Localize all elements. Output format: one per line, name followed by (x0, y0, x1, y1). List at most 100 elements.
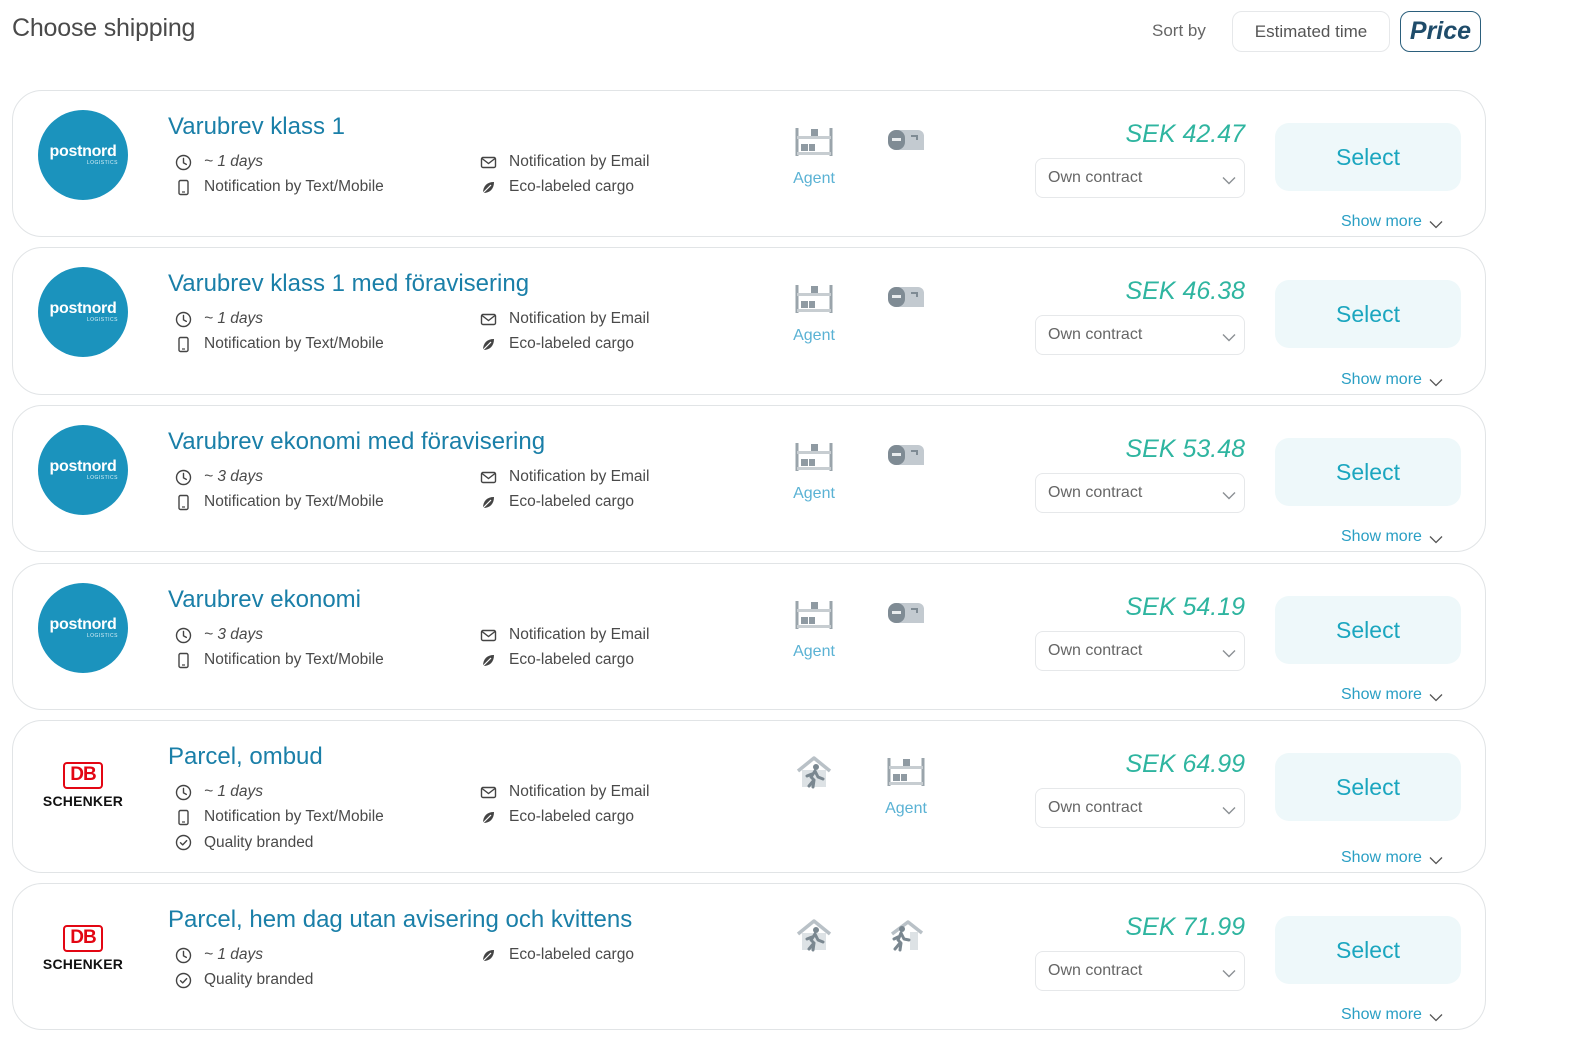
agent-label: Agent (793, 327, 835, 344)
chevron-down-icon (1222, 487, 1236, 505)
contract-select[interactable]: Own contract (1035, 315, 1245, 355)
email-icon (479, 783, 497, 801)
contract-select[interactable]: Own contract (1035, 473, 1245, 513)
select-button[interactable]: Select (1275, 753, 1461, 821)
agent-label: Agent (885, 800, 927, 817)
contract-select-value: Own contract (1048, 962, 1143, 979)
clock-icon (174, 310, 192, 328)
delivery-time-label: ~ 1 days (204, 310, 264, 327)
page-title: Choose shipping (12, 14, 196, 42)
clock-icon (174, 946, 192, 964)
service-name: Varubrev klass 1 (168, 113, 345, 140)
home-delivery-delivery-option (784, 918, 844, 988)
agent-delivery-option: Agent (784, 282, 844, 352)
select-button[interactable]: Select (1275, 123, 1461, 191)
mailbox-icon (886, 440, 926, 475)
sort-estimated-time-button[interactable]: Estimated time (1232, 11, 1390, 52)
postnord-logo: postnord LOGISTICS (38, 583, 128, 673)
show-more-link[interactable]: Show more (1341, 683, 1443, 707)
agent-icon (886, 755, 926, 794)
chevron-down-icon (1429, 852, 1443, 870)
carrier-logo-subtext: SCHENKER (42, 792, 124, 809)
feature-label: Notification by Text/Mobile (204, 493, 384, 510)
contract-select-value: Own contract (1048, 326, 1143, 343)
feature-item: Notification by Email (479, 783, 649, 801)
select-button[interactable]: Select (1275, 596, 1461, 664)
clock-icon (174, 468, 192, 486)
delivery-time-label: ~ 3 days (204, 468, 264, 485)
show-more-link[interactable]: Show more (1341, 210, 1443, 234)
feature-label: Notification by Email (509, 153, 650, 170)
show-more-label: Show more (1341, 686, 1422, 703)
agent-icon (794, 125, 834, 164)
price: SEK 46.38 (1125, 277, 1245, 305)
shipping-option-card: postnord LOGISTICS Varubrev ekonomi ~ 3 day… (12, 563, 1486, 710)
agent-delivery-option: Agent (784, 598, 844, 668)
agent-delivery-option: Agent (784, 125, 844, 195)
leaf-icon (479, 335, 497, 353)
phone-icon (174, 493, 192, 511)
feature-label: Notification by Text/Mobile (204, 651, 384, 668)
chevron-down-icon (1222, 965, 1236, 983)
delivery-time: ~ 1 days (174, 946, 263, 964)
delivery-time: ~ 1 days (174, 310, 263, 328)
show-more-link[interactable]: Show more (1341, 1003, 1443, 1027)
shipping-option-card: postnord LOGISTICS Varubrev ekonomi med fö… (12, 405, 1486, 552)
carrier-logo-text: postnord (49, 300, 117, 317)
carrier-logo-text: postnord (49, 616, 117, 633)
delivery-time-label: ~ 1 days (204, 946, 264, 963)
service-name: Parcel, hem dag utan avisering och kvitt… (168, 906, 633, 933)
feature-item: Notification by Text/Mobile (174, 335, 384, 353)
select-button[interactable]: Select (1275, 438, 1461, 506)
feature-label: Notification by Email (509, 626, 650, 643)
feature-label: Eco-labeled cargo (509, 178, 634, 195)
feature-item: Quality branded (174, 834, 313, 852)
feature-label: Notification by Email (509, 783, 650, 800)
price: SEK 42.47 (1125, 120, 1245, 148)
leaf-icon (479, 946, 497, 964)
contract-select[interactable]: Own contract (1035, 951, 1245, 991)
show-more-link[interactable]: Show more (1341, 368, 1443, 392)
contract-select[interactable]: Own contract (1035, 158, 1245, 198)
contract-select[interactable]: Own contract (1035, 631, 1245, 671)
select-button[interactable]: Select (1275, 916, 1461, 984)
carrier-logo-subtext: SCHENKER (42, 955, 124, 972)
agent-label: Agent (793, 170, 835, 187)
door-delivery-icon (886, 918, 926, 959)
delivery-time-label: ~ 1 days (204, 783, 264, 800)
show-more-link[interactable]: Show more (1341, 525, 1443, 549)
email-icon (479, 153, 497, 171)
select-button[interactable]: Select (1275, 280, 1461, 348)
feature-label: Eco-labeled cargo (509, 335, 634, 352)
feature-label: Notification by Text/Mobile (204, 335, 384, 352)
service-name: Varubrev ekonomi med föravisering (168, 428, 546, 455)
feature-item: Eco-labeled cargo (479, 808, 634, 826)
phone-icon (174, 178, 192, 196)
show-more-link[interactable]: Show more (1341, 846, 1443, 870)
contract-select[interactable]: Own contract (1035, 788, 1245, 828)
feature-label: Notification by Text/Mobile (204, 808, 384, 825)
feature-item: Eco-labeled cargo (479, 493, 634, 511)
postnord-logo: postnord LOGISTICS (38, 425, 128, 515)
carrier-logo-text: postnord (49, 458, 117, 475)
sort-price-button[interactable]: Price (1400, 11, 1481, 52)
price: SEK 71.99 (1125, 913, 1245, 941)
feature-item: Eco-labeled cargo (479, 335, 634, 353)
leaf-icon (479, 808, 497, 826)
feature-label: Quality branded (204, 971, 314, 988)
mailbox-delivery-option (876, 598, 936, 668)
carrier-logo-subtext: LOGISTICS (86, 160, 118, 166)
agent-label: Agent (793, 485, 835, 502)
feature-label: Notification by Text/Mobile (204, 178, 384, 195)
agent-label: Agent (793, 643, 835, 660)
agent-icon (794, 598, 834, 637)
home-delivery-delivery-option (784, 755, 844, 825)
carrier-logo-subtext: LOGISTICS (86, 633, 118, 639)
chevron-down-icon (1222, 329, 1236, 347)
phone-icon (174, 651, 192, 669)
postnord-logo: postnord LOGISTICS (38, 267, 128, 357)
clock-icon (174, 626, 192, 644)
feature-label: Eco-labeled cargo (509, 651, 634, 668)
feature-label: Eco-labeled cargo (509, 808, 634, 825)
delivery-time-label: ~ 3 days (204, 626, 264, 643)
